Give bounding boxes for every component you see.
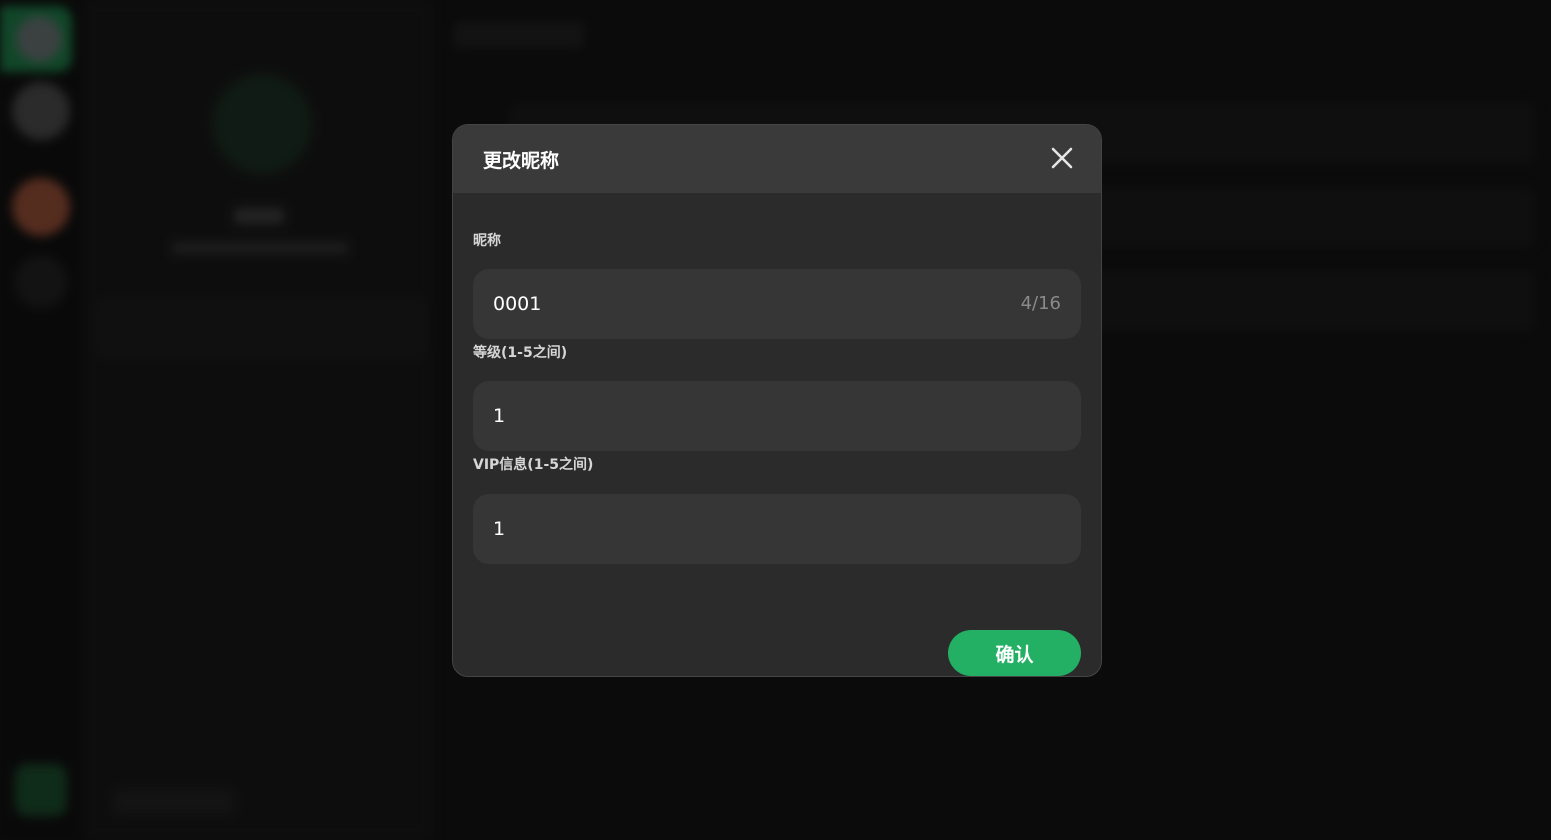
nickname-label: 昵称 [473,233,501,249]
confirm-button[interactable]: 确认 [948,630,1081,676]
level-label: 等级(1-5之间) [473,345,568,361]
nickname-input[interactable] [493,269,993,339]
vip-field-box [473,494,1081,564]
change-nickname-dialog: 更改昵称 昵称 4/16 等级(1-5之间) VIP信息(1-5之间) 确认 [452,124,1102,677]
char-counter: 4/16 [1020,293,1061,314]
dialog-title: 更改昵称 [483,149,560,172]
vip-input[interactable] [493,494,993,564]
vip-label: VIP信息(1-5之间) [473,457,594,473]
close-icon[interactable] [1049,145,1075,171]
nickname-field-box: 4/16 [473,269,1081,339]
level-input[interactable] [493,381,993,451]
dialog-header: 更改昵称 [453,125,1101,193]
level-field-box [473,381,1081,451]
